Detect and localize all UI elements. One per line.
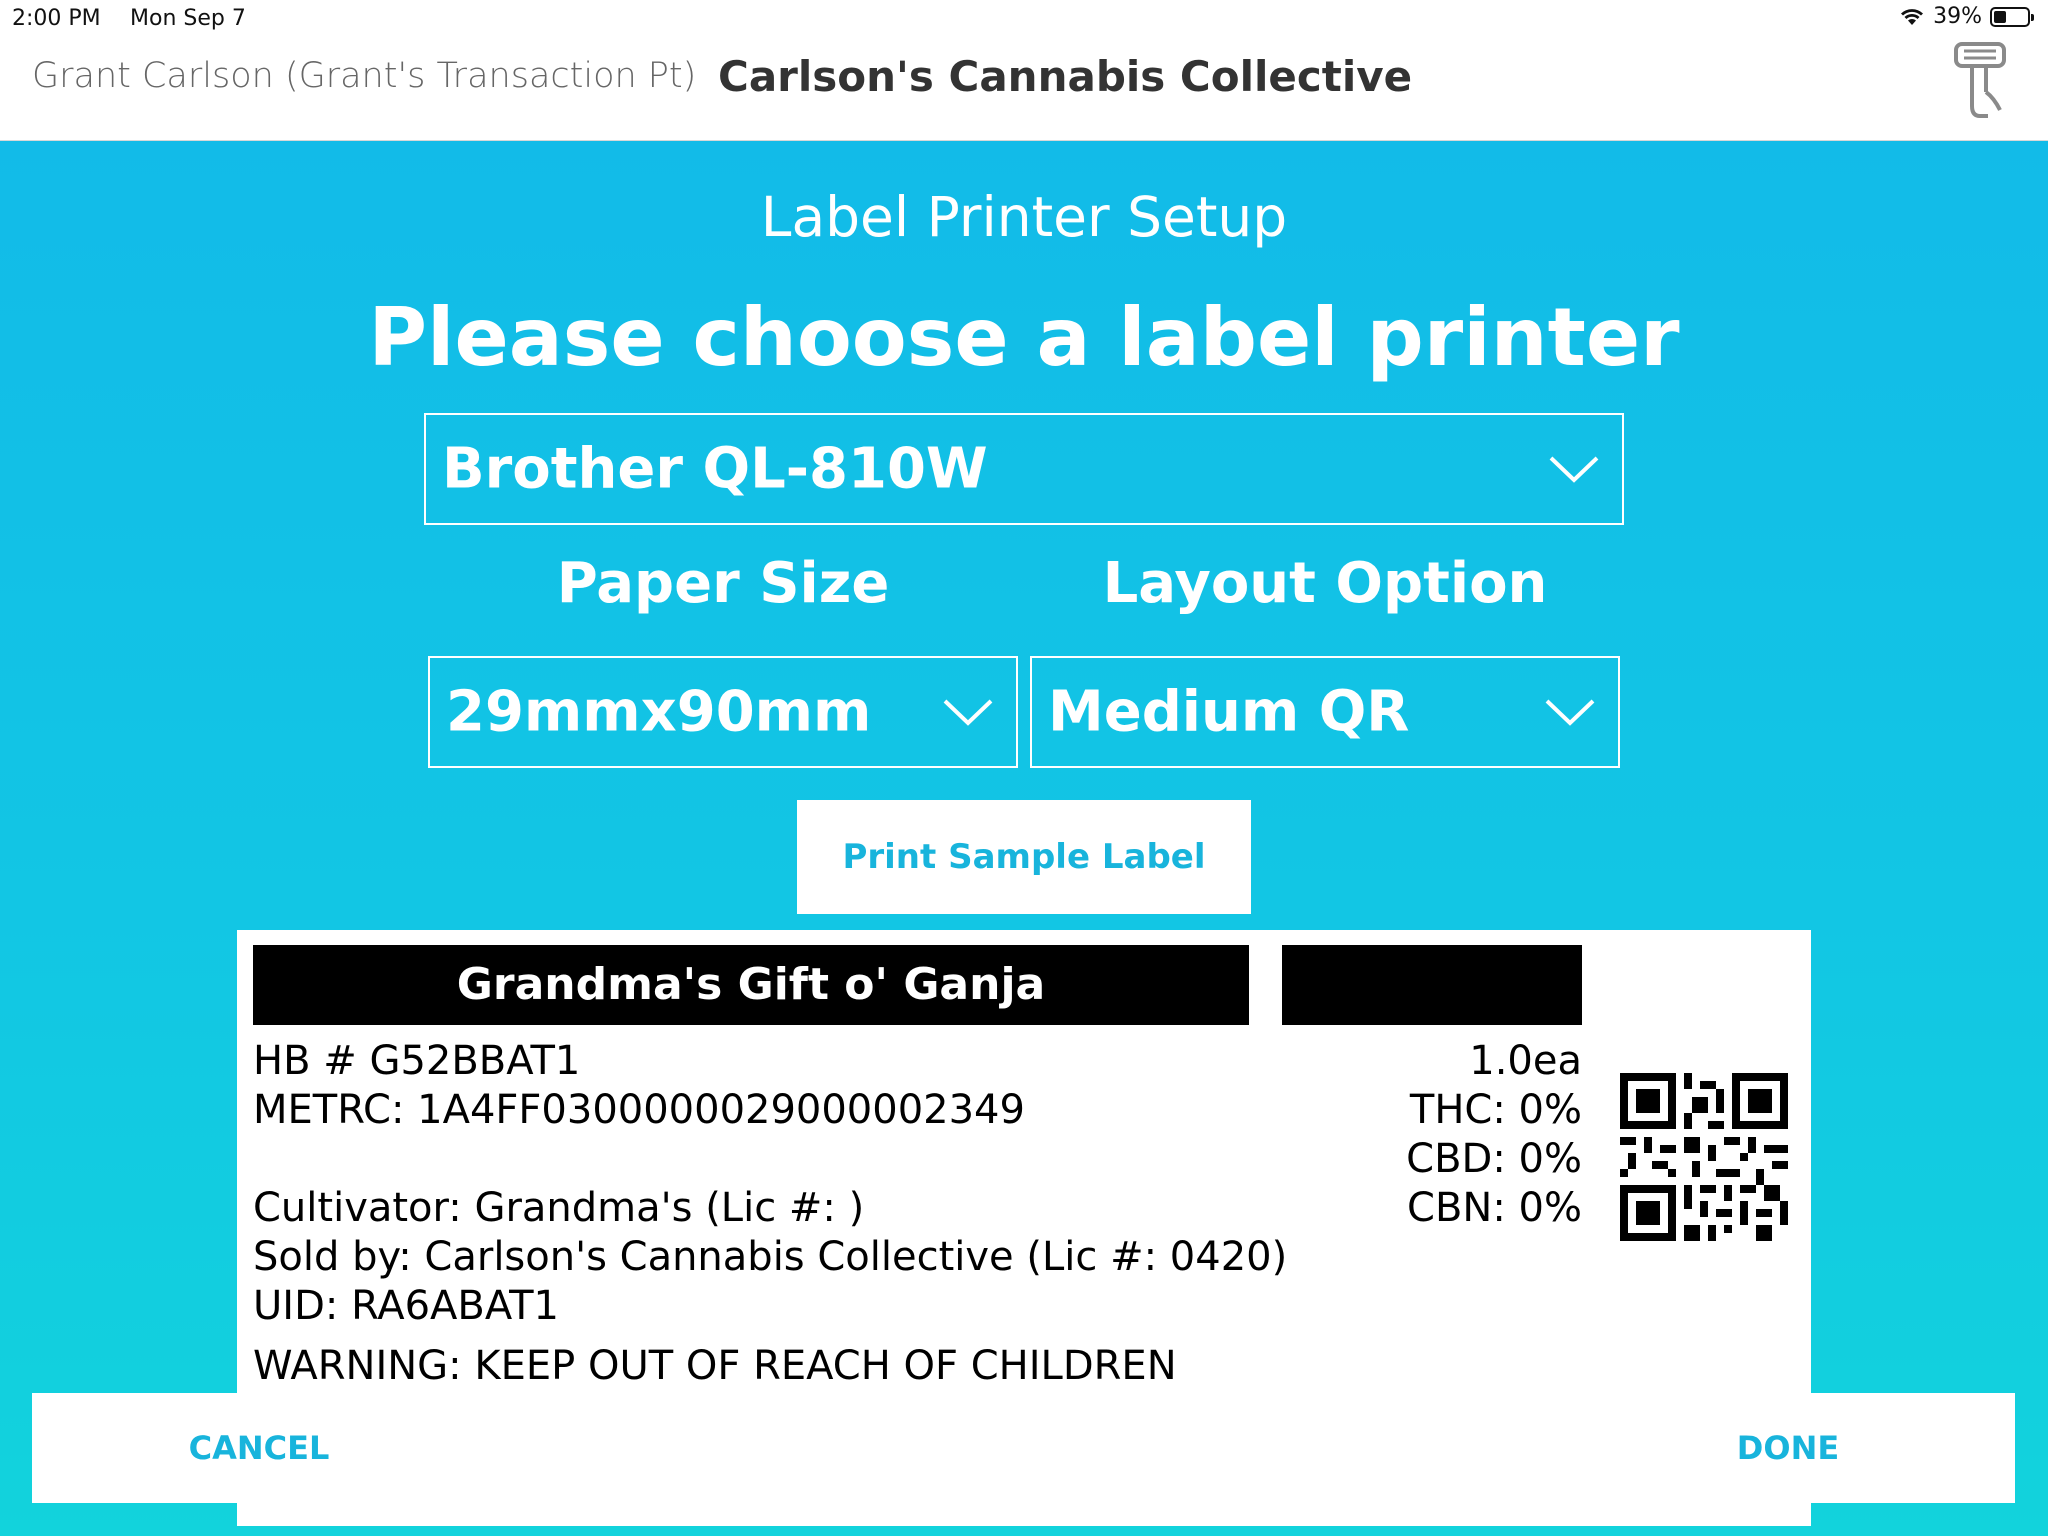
cancel-button[interactable]: CANCEL — [32, 1393, 486, 1503]
label-uid: UID: RA6ABAT1 — [253, 1283, 559, 1329]
qr-code-icon — [1620, 1073, 1788, 1241]
barcode-scanner-icon[interactable] — [1948, 40, 2012, 122]
printer-dropdown[interactable]: Brother QL-810W — [424, 413, 1624, 525]
done-button[interactable]: DONE — [1561, 1393, 2015, 1503]
chevron-down-icon — [942, 697, 994, 727]
paper-size-dropdown[interactable]: 29mmx90mm — [428, 656, 1018, 768]
label-header-block — [1282, 945, 1582, 1025]
label-thc: THC: 0% — [1409, 1087, 1582, 1133]
current-user: Grant Carlson (Grant's Transaction Pt) — [32, 56, 697, 96]
choose-printer-heading: Please choose a label printer — [368, 291, 1680, 384]
chevron-down-icon — [1544, 697, 1596, 727]
label-cultivator: Cultivator: Grandma's (Lic #: ) — [253, 1185, 865, 1231]
layout-option-label: Layout Option — [1102, 551, 1548, 616]
chevron-down-icon — [1548, 454, 1600, 484]
label-sold-by: Sold by: Carlson's Cannabis Collective (… — [253, 1234, 1288, 1280]
label-quantity: 1.0ea — [1469, 1038, 1582, 1084]
print-sample-label-button[interactable]: Print Sample Label — [797, 800, 1251, 914]
status-indicators: 39% — [1899, 4, 2034, 29]
paper-size-value: 29mmx90mm — [446, 679, 872, 745]
battery-percent: 39% — [1933, 4, 1982, 29]
status-date: Mon Sep 7 — [130, 6, 246, 31]
battery-icon — [1990, 6, 2034, 27]
label-product-name: Grandma's Gift o' Ganja — [253, 945, 1249, 1025]
label-cbn: CBN: 0% — [1407, 1185, 1582, 1231]
paper-size-label: Paper Size — [556, 551, 890, 616]
store-title: Carlson's Cannabis Collective — [718, 52, 1413, 101]
label-hb-number: HB # G52BBAT1 — [253, 1038, 581, 1084]
setup-title: Label Printer Setup — [760, 185, 1288, 249]
label-cbd: CBD: 0% — [1406, 1136, 1582, 1182]
printer-setup-panel: Label Printer Setup Please choose a labe… — [0, 141, 2048, 1536]
label-metrc: METRC: 1A4FF0300000029000002349 — [253, 1087, 1025, 1133]
app-header: Grant Carlson (Grant's Transaction Pt) C… — [0, 40, 2048, 141]
wifi-icon — [1899, 7, 1925, 27]
label-warning: WARNING: KEEP OUT OF REACH OF CHILDREN — [253, 1343, 1177, 1389]
printer-value: Brother QL-810W — [442, 436, 988, 502]
status-bar: 2:00 PM Mon Sep 7 39% — [0, 0, 2048, 40]
layout-option-dropdown[interactable]: Medium QR — [1030, 656, 1620, 768]
layout-option-value: Medium QR — [1048, 679, 1410, 745]
battery-level — [1994, 10, 2006, 23]
status-time: 2:00 PM — [12, 6, 101, 31]
